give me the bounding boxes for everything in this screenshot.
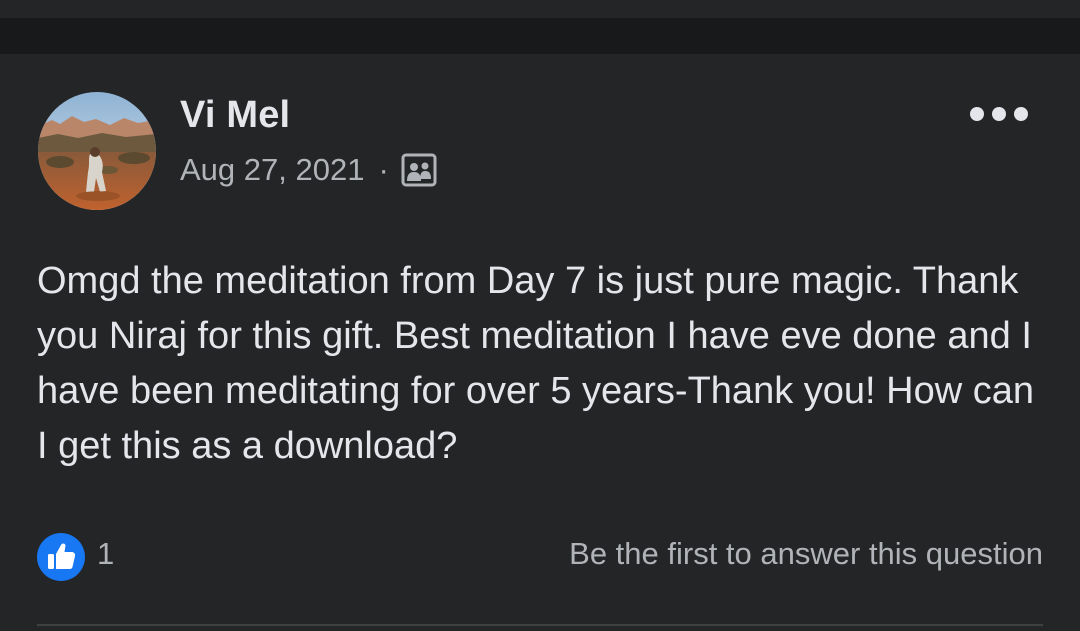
reaction-count[interactable]: 1 [97,536,114,572]
more-horizontal-icon [970,107,984,121]
answer-question-link[interactable]: Be the first to answer this question [569,536,1043,572]
post-card: Vi Mel Aug 27, 2021 · Omgd the meditatio… [0,54,1080,631]
avatar[interactable] [38,92,156,210]
post-date[interactable]: Aug 27, 2021 [180,152,364,188]
footer-divider [37,624,1043,626]
like-icon[interactable] [36,532,86,582]
post-body: Omgd the meditation from Day 7 is just p… [37,260,1034,467]
more-options-button[interactable] [970,100,1028,128]
post-meta: Aug 27, 2021 · [180,152,437,188]
more-horizontal-icon [992,107,1006,121]
divider-band [0,18,1080,54]
group-icon [401,153,437,187]
avatar-image [38,92,156,210]
more-horizontal-icon [1014,107,1028,121]
author-name[interactable]: Vi Mel [180,94,290,137]
meta-separator: · [378,152,389,187]
top-strip [0,0,1080,18]
